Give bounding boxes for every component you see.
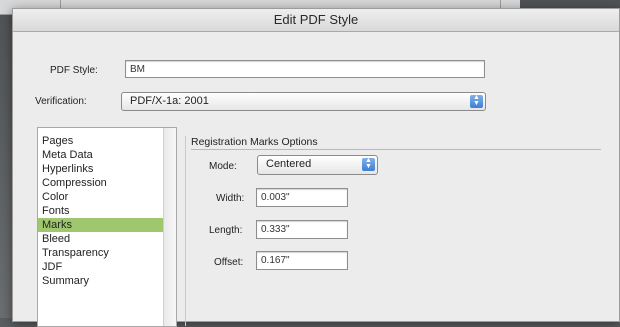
pdf-style-label: PDF Style: <box>50 65 98 76</box>
verification-label: Verification: <box>35 96 87 107</box>
length-label: Length: <box>209 225 243 236</box>
list-item-bleed[interactable]: Bleed <box>38 232 164 246</box>
list-item-color[interactable]: Color <box>38 190 164 204</box>
mode-label: Mode: <box>209 161 237 172</box>
list-item-hyperlinks[interactable]: Hyperlinks <box>38 162 164 176</box>
list-item-summary[interactable]: Summary <box>38 274 164 288</box>
settings-category-list[interactable]: Pages Meta Data Hyperlinks Compression C… <box>37 127 177 327</box>
pdf-style-input[interactable]: BM <box>125 60 485 78</box>
group-divider <box>185 136 186 326</box>
list-item-marks[interactable]: Marks <box>38 218 164 232</box>
verification-value: PDF/X-1a: 2001 <box>130 95 209 107</box>
up-down-arrows-icon: ▲ ▼ <box>362 157 375 171</box>
list-item-compression[interactable]: Compression <box>38 176 164 190</box>
verification-popup[interactable]: PDF/X-1a: 2001 ▲ ▼ <box>121 92 486 111</box>
list-item-pages[interactable]: Pages <box>38 134 164 148</box>
mode-value: Centered <box>266 158 312 170</box>
up-down-arrows-icon: ▲ ▼ <box>470 94 483 108</box>
dialog-title: Edit PDF Style <box>13 9 619 32</box>
offset-input[interactable]: 0.167" <box>256 251 348 270</box>
width-input[interactable]: 0.003" <box>256 188 348 207</box>
edit-pdf-style-dialog: Edit PDF Style PDF Style: BM Verificatio… <box>12 8 620 327</box>
list-item-jdf[interactable]: JDF <box>38 260 164 274</box>
mode-popup[interactable]: Centered ▲ ▼ <box>257 155 378 175</box>
group-separator <box>191 149 601 150</box>
list-scrollbar[interactable] <box>163 128 176 326</box>
list-item-fonts[interactable]: Fonts <box>38 204 164 218</box>
list-item-meta-data[interactable]: Meta Data <box>38 148 164 162</box>
length-input[interactable]: 0.333" <box>256 220 348 239</box>
list-item-transparency[interactable]: Transparency <box>38 246 164 260</box>
offset-label: Offset: <box>214 257 244 268</box>
registration-marks-title: Registration Marks Options <box>191 136 318 148</box>
width-label: Width: <box>216 193 245 204</box>
